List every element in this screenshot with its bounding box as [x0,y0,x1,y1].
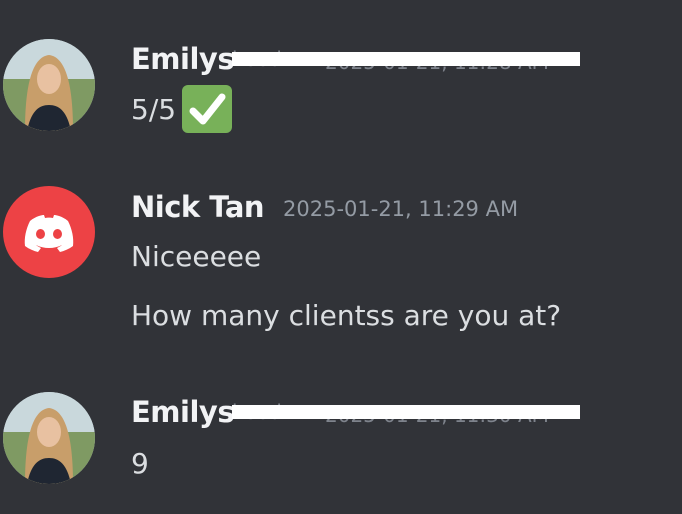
username[interactable]: Nick Tan [131,193,265,222]
user-avatar-photo[interactable] [3,39,95,131]
check-mark-icon [189,93,226,125]
redaction-bar [232,405,580,419]
redaction-bar [232,52,580,66]
discord-avatar[interactable] [3,186,95,278]
discord-logo-icon [3,186,95,278]
chat-log: Emilys hood 2025-01-21, 11:28 AM 5/5 Nic… [0,0,682,514]
profile-photo [3,39,95,131]
username[interactable]: Emilys [131,45,235,74]
username[interactable]: Emilys [131,398,235,427]
user-avatar-photo[interactable] [3,392,95,484]
message-timestamp: 2025-01-21, 11:29 AM [283,197,519,221]
message-text: How many clientss are you at? [131,299,562,332]
check-mark-emoji [182,85,232,133]
message-text: 9 [131,447,149,480]
profile-photo [3,392,95,484]
message-text: Niceeeee [131,240,262,273]
message-text: 5/5 [131,93,177,126]
